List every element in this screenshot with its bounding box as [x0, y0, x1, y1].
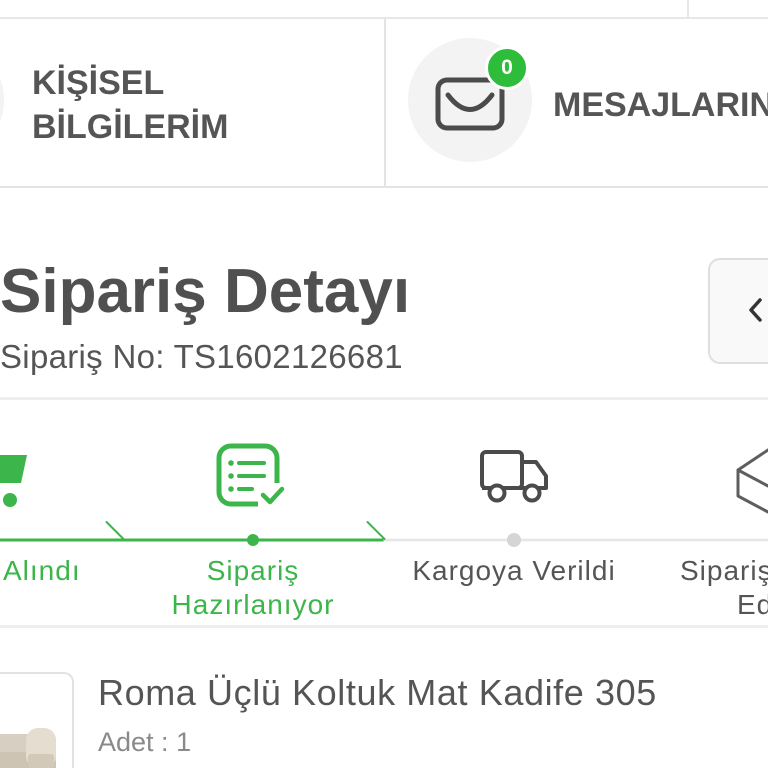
step-label-preparing: Sipariş Hazırlanıyor: [133, 554, 373, 622]
step-label-line: Alındı: [3, 555, 81, 586]
personal-info-card[interactable]: KİŞİSEL BİLGİLERİM: [0, 19, 384, 186]
profile-icon: [0, 78, 4, 122]
strip-divider: [687, 0, 689, 17]
order-number-label: Sipariş No:: [0, 338, 165, 375]
section-divider: [0, 397, 768, 400]
account-menu-cards: KİŞİSEL BİLGİLERİM 0 MESAJLARIN: [0, 19, 768, 188]
back-button[interactable]: [708, 258, 768, 364]
product-image[interactable]: [0, 672, 74, 768]
messages-label: MESAJLARIN: [553, 86, 768, 124]
step-label-shipped: Kargoya Verildi: [394, 554, 634, 588]
quantity-value: 1: [176, 727, 192, 757]
truck-icon: [480, 450, 548, 503]
checklist-icon: [216, 443, 286, 509]
progress-arrow-tick: [366, 521, 386, 540]
personal-info-label: KİŞİSEL BİLGİLERİM: [32, 61, 228, 149]
step-label-line: Ed: [737, 589, 768, 620]
order-number: Sipariş No: TS1602126681: [0, 337, 403, 377]
message-count-badge: 0: [485, 46, 529, 90]
quantity-label: Adet :: [98, 727, 169, 757]
personal-info-label-line2: BİLGİLERİM: [32, 108, 229, 146]
order-detail-page: KİŞİSEL BİLGİLERİM 0 MESAJLARIN Sipariş …: [0, 0, 768, 768]
order-number-value: TS1602126681: [173, 338, 403, 375]
order-progress-track: [0, 521, 768, 547]
chevron-left-icon: [749, 298, 762, 322]
messages-card[interactable]: 0 MESAJLARIN: [386, 19, 768, 186]
cart-icon: [0, 455, 27, 507]
box-icon: [736, 448, 768, 514]
step-label-delivered: Sipariş Ed: [680, 554, 768, 622]
step-label-line: Sipariş: [206, 555, 300, 586]
progress-arrow-tick: [105, 521, 125, 540]
step-dot: [247, 534, 259, 546]
product-quantity: Adet : 1: [98, 726, 191, 758]
section-divider: [0, 625, 768, 628]
step-label-received: Alındı: [3, 554, 81, 588]
product-name-link[interactable]: Roma Üçlü Koltuk Mat Kadife 305: [98, 672, 657, 714]
page-title: Sipariş Detayı: [0, 257, 411, 326]
step-label-line: Kargoya Verildi: [412, 555, 616, 586]
step-label-line: Sipariş: [680, 555, 768, 586]
personal-info-label-line1: KİŞİSEL: [32, 64, 165, 102]
sofa-image: [0, 728, 56, 768]
top-menu-strip: [0, 0, 768, 19]
step-label-line: Hazırlanıyor: [171, 589, 335, 620]
step-dot: [507, 533, 521, 547]
